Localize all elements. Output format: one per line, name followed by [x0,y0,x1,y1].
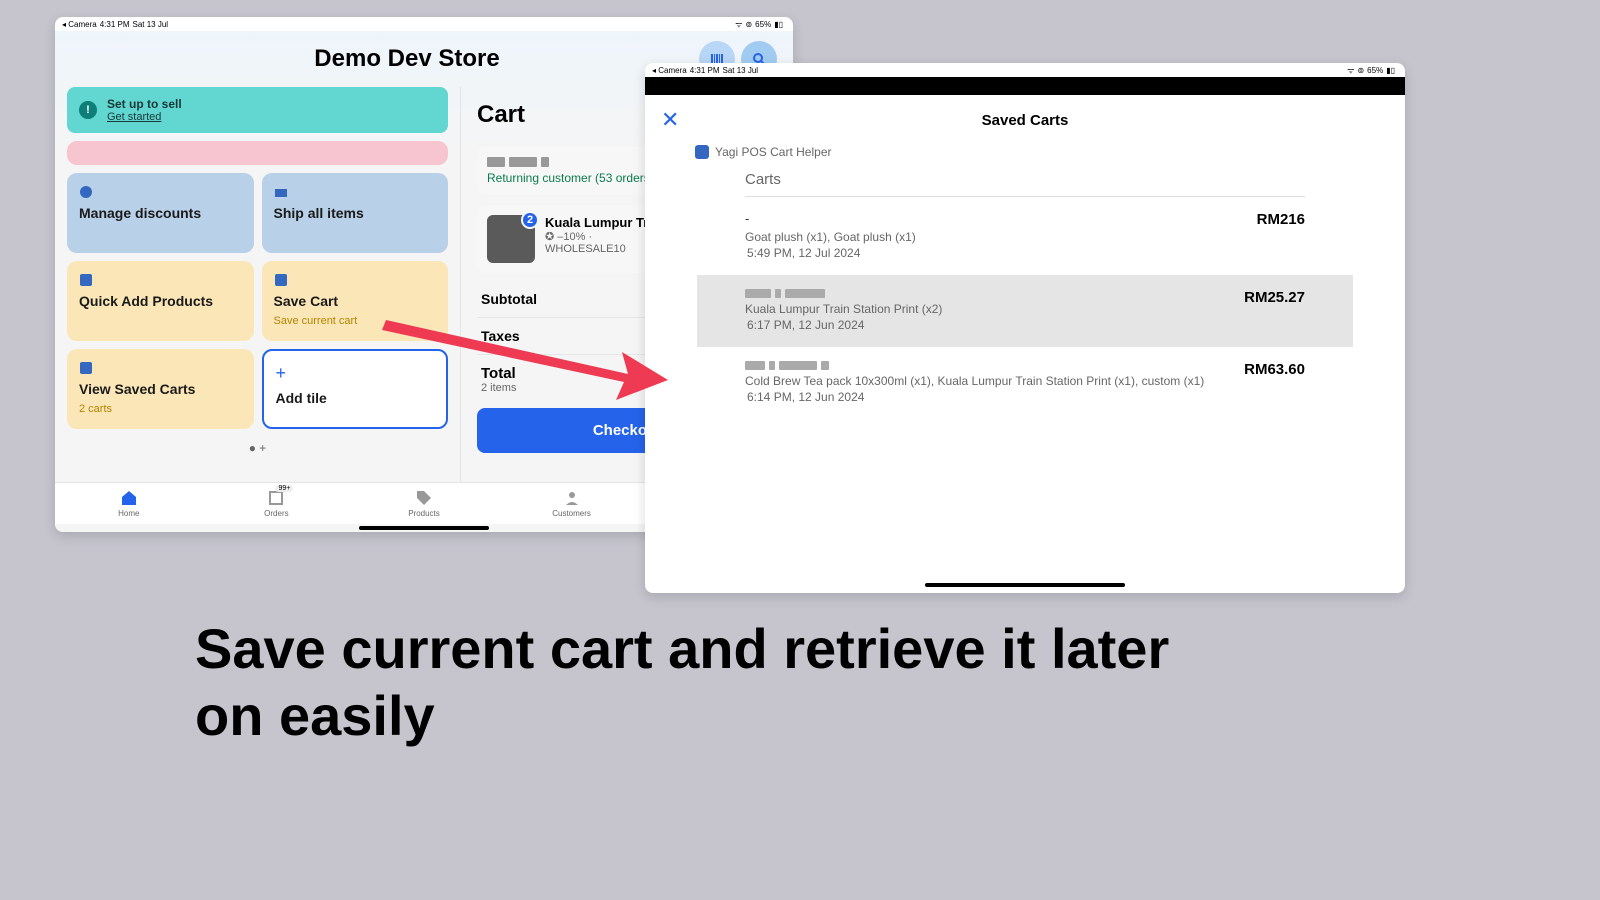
saved-cart-row[interactable]: Kuala Lumpur Train Station Print (x2)6:1… [697,275,1353,347]
status-bar: ◂ Camera4:31 PMSat 13 Jul ᯤ⊚65%▮▯ [55,17,793,31]
tile-truncated[interactable] [67,141,448,165]
tab-products[interactable]: Products [350,483,498,524]
plus-icon: + [276,363,435,384]
info-icon: ! [79,101,97,119]
saved-cart-row[interactable]: Cold Brew Tea pack 10x300ml (x1), Kuala … [745,347,1305,419]
tile-view-saved-carts[interactable]: View Saved Carts2 carts [67,349,254,429]
page-dots[interactable]: ● + [67,437,448,459]
app-icon [274,273,288,287]
marketing-caption: Save current cart and retrieve it later … [195,615,1195,749]
tile-manage-discounts[interactable]: Manage discounts [67,173,254,253]
qty-badge: 2 [521,211,539,229]
app-icon [695,145,709,159]
section-heading: Carts [745,171,1305,197]
tile-quick-add[interactable]: Quick Add Products [67,261,254,341]
status-bar: ◂ Camera4:31 PMSat 13 Jul ᯤ⊚65%▮▯ [645,63,1405,77]
item-thumbnail: 2 [487,215,535,263]
tab-customers[interactable]: Customers [498,483,646,524]
setup-banner[interactable]: ! Set up to sellGet started [67,87,448,133]
helper-row: Yagi POS Cart Helper [645,145,1405,159]
tile-ship-items[interactable]: Ship all items [262,173,449,253]
home-indicator [925,583,1125,587]
user-icon [563,489,581,507]
modal-header: ✕ Saved Carts [645,95,1405,145]
tile-save-cart[interactable]: Save CartSave current cart [262,261,449,341]
tile-add[interactable]: +Add tile [262,349,449,429]
home-icon [120,489,138,507]
tab-home[interactable]: Home [55,483,203,524]
close-button[interactable]: ✕ [661,107,679,133]
app-icon [79,361,93,375]
saved-carts-modal-screen: ◂ Camera4:31 PMSat 13 Jul ᯤ⊚65%▮▯ ✕ Save… [645,63,1405,593]
discount-icon [79,185,93,199]
tile-grid-panel: ! Set up to sellGet started Manage disco… [55,87,460,482]
app-icon [79,273,93,287]
home-indicator [359,526,489,530]
tab-orders[interactable]: 99+Orders [203,483,351,524]
ship-icon [274,185,288,199]
tag-icon [415,489,433,507]
store-name: Demo Dev Store [121,45,693,73]
cart-heading: Cart [477,101,525,129]
saved-cart-row[interactable]: -Goat plush (x1), Goat plush (x1)5:49 PM… [745,197,1305,275]
modal-title: Saved Carts [982,112,1069,129]
